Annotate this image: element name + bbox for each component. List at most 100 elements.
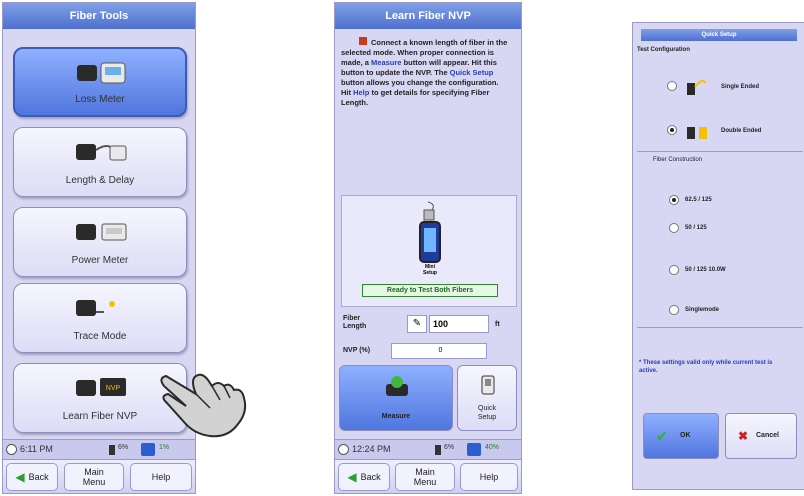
quick-setup-label-line: Setup [477,414,497,421]
loss-meter-icon [77,62,126,84]
device-label-line: Setup [423,270,437,276]
close-icon: ✖ [738,429,749,443]
checkmark-icon: ✔ [656,428,668,444]
fiber-length-label-line: Length [343,323,367,330]
instr-quick-setup-link[interactable]: Quick Setup [450,68,494,77]
main-menu-button[interactable]: Main Menu [395,463,455,491]
help-button[interactable]: Help [130,463,192,491]
cancel-button[interactable]: ✖ Cancel [725,413,797,459]
bottom-nav: ◀ Back Main Menu Help [335,459,521,493]
warning-icon [359,37,367,45]
double-ended-radio[interactable] [667,125,677,135]
clock-icon [6,444,17,455]
test-config-label: Test Configuration [637,47,690,53]
back-label: Back [28,472,49,482]
trace-mode-button[interactable]: Trace Mode [13,283,187,353]
instr-measure-link[interactable]: Measure [371,58,401,67]
main-menu-label: Menu [82,477,106,487]
double-ended-label[interactable]: Double Ended [721,128,761,134]
battery-icon [109,445,115,455]
pointing-hand-icon [160,373,247,438]
page-title: Fiber Tools [3,3,195,29]
quick-setup-label-line: Quick [478,405,496,412]
loss-meter-button[interactable]: Loss Meter [13,47,187,117]
status-bar: 6:11 PM 6% 1% [3,439,195,459]
measure-label: Measure [381,413,411,420]
divider [637,327,803,328]
disk-percent: 1% [159,444,170,451]
fiber-option-radio[interactable] [669,265,679,275]
nvp-label: NVP (%) [343,347,371,354]
length-delay-icon [76,144,127,161]
status-bar: 12:24 PM 6% 40% [335,439,521,459]
battery-icon [435,445,441,455]
disk-percent: 40% [485,444,500,451]
instructions: Connect a known length of fiber in the s… [341,37,517,108]
help-label: Help [479,472,499,482]
cancel-label: Cancel [756,432,779,439]
measure-button[interactable]: Measure [339,365,453,431]
nvp-field: 0 [391,343,487,359]
svg-text:NVP: NVP [106,385,121,392]
disk-icon [141,443,155,456]
ok-label: OK [680,432,691,439]
fiber-option-label[interactable]: 50 / 125 10.0W [685,267,726,273]
clock-icon [338,444,349,455]
instr-help-link[interactable]: Help [353,88,369,97]
edit-length-button[interactable]: ✎ [407,315,427,333]
fiber-option-radio[interactable] [669,305,679,315]
back-arrow-icon: ◀ [15,470,25,484]
battery-percent: 6% [118,444,129,451]
length-delay-button[interactable]: Length & Delay [13,127,187,197]
back-button[interactable]: ◀ Back [338,463,390,491]
tool-label: Power Meter [71,255,129,266]
main-menu-label: Menu [413,477,437,487]
fiber-length-field[interactable]: 100 [429,315,489,333]
back-button[interactable]: ◀ Back [6,463,58,491]
quick-setup-icon [481,375,495,395]
main-menu-button[interactable]: Main Menu [64,463,124,491]
main-menu-label: Main [84,467,104,477]
power-meter-button[interactable]: Power Meter [13,207,187,277]
quick-setup-screen: Quick Setup Test Configuration Single En… [632,22,804,490]
ready-status: Ready to Test Both Fibers [362,284,498,297]
main-menu-label: Main [415,467,435,477]
quick-setup-button[interactable]: Quick Setup [457,365,517,431]
fiber-option-radio[interactable] [669,223,679,233]
instr-text: Hit [341,88,351,97]
help-button[interactable]: Help [460,463,518,491]
device-label: Mini Setup [404,264,456,276]
quick-setup-label: Quick Setup [458,404,516,422]
divider [637,151,803,152]
learn-fiber-nvp-screen: Learn Fiber NVP Connect a known length o… [334,2,522,494]
connection-diagram: Mini Setup Ready to Test Both Fibers [341,195,517,307]
fiber-length-label: Fiber Length [343,315,366,331]
fiber-option-label[interactable]: 50 / 125 [685,225,707,231]
status-time: 12:24 PM [352,444,391,454]
double-ended-icon [687,127,707,139]
settings-note: * These settings valid only while curren… [639,360,773,374]
ok-button[interactable]: ✔ OK [643,413,719,459]
single-ended-radio[interactable] [667,81,677,91]
battery-percent: 6% [444,444,455,451]
back-label: Back [360,472,381,482]
disk-icon [467,443,481,456]
back-arrow-icon: ◀ [347,470,357,484]
measure-icon [386,376,408,396]
fiber-option-label[interactable]: Singlemode [685,307,719,313]
single-ended-label[interactable]: Single Ended [721,84,759,90]
fiber-option-radio[interactable] [669,195,679,205]
power-meter-icon [76,223,127,241]
page-title: Quick Setup [641,29,797,41]
learn-nvp-icon: NVP [76,378,126,396]
fiber-construction-label: Fiber Construction [653,157,703,163]
trace-mode-icon [76,300,115,316]
tool-label: Loss Meter [75,94,125,105]
help-label: Help [151,472,171,482]
fiber-option-label[interactable]: 62.5 / 125 [685,197,712,203]
fiber-length-label-line: Fiber [343,315,361,322]
fiber-length-unit: ft [495,321,500,328]
status-time: 6:11 PM [20,444,53,454]
single-ended-icon [687,79,706,95]
bottom-nav: ◀ Back Main Menu Help [3,459,195,493]
